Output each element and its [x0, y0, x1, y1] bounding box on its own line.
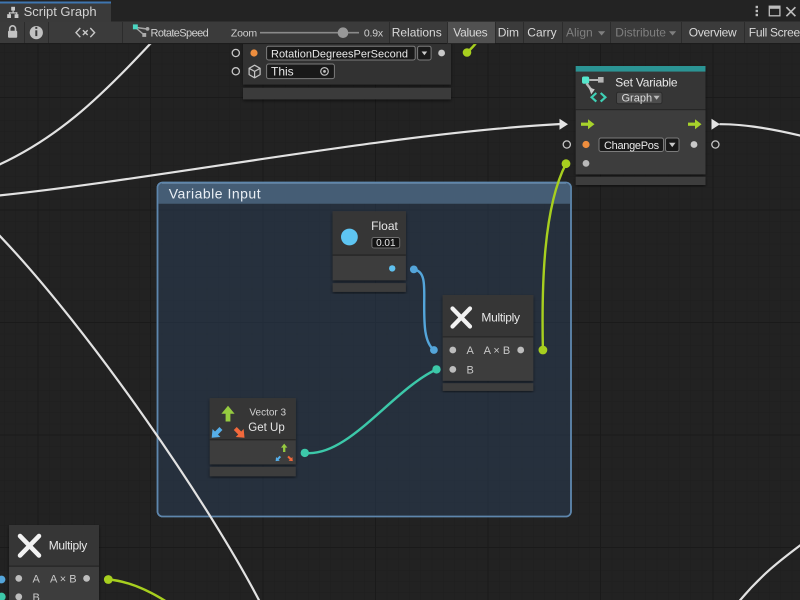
- svg-text:A × B: A × B: [50, 573, 77, 585]
- svg-text:Values: Values: [453, 26, 487, 40]
- svg-text:Distribute: Distribute: [615, 26, 666, 40]
- svg-text:A: A: [33, 573, 41, 585]
- svg-text:This: This: [271, 65, 294, 79]
- svg-text:Graph: Graph: [622, 92, 653, 104]
- svg-text:Variable Input: Variable Input: [169, 186, 261, 202]
- svg-text:0.01: 0.01: [376, 238, 396, 249]
- svg-text:Set Variable: Set Variable: [615, 75, 678, 89]
- svg-text:ChangePos: ChangePos: [604, 140, 660, 152]
- svg-text:A × B: A × B: [484, 345, 511, 357]
- svg-text:Dim: Dim: [498, 26, 519, 40]
- svg-text:RotationDegreesPerSecond: RotationDegreesPerSecond: [271, 48, 408, 60]
- svg-text:Align: Align: [566, 26, 593, 40]
- svg-text:Float: Float: [371, 219, 398, 233]
- svg-text:0.9x: 0.9x: [364, 27, 384, 39]
- svg-text:Get Up: Get Up: [248, 422, 284, 434]
- svg-text:B: B: [33, 592, 40, 600]
- svg-text:RotateSpeed: RotateSpeed: [151, 28, 209, 40]
- svg-text:B: B: [467, 364, 474, 376]
- svg-text:Vector 3: Vector 3: [249, 407, 286, 418]
- svg-text:Full Screen: Full Screen: [749, 26, 800, 40]
- svg-text:Relations: Relations: [392, 26, 442, 40]
- svg-text:Overview: Overview: [689, 26, 737, 40]
- svg-text:Zoom: Zoom: [231, 27, 257, 39]
- svg-text:Script Graph: Script Graph: [24, 4, 97, 19]
- svg-text:A: A: [467, 345, 475, 357]
- svg-text:Multiply: Multiply: [49, 539, 88, 553]
- svg-text:Multiply: Multiply: [481, 311, 520, 325]
- svg-text:Carry: Carry: [527, 26, 556, 40]
